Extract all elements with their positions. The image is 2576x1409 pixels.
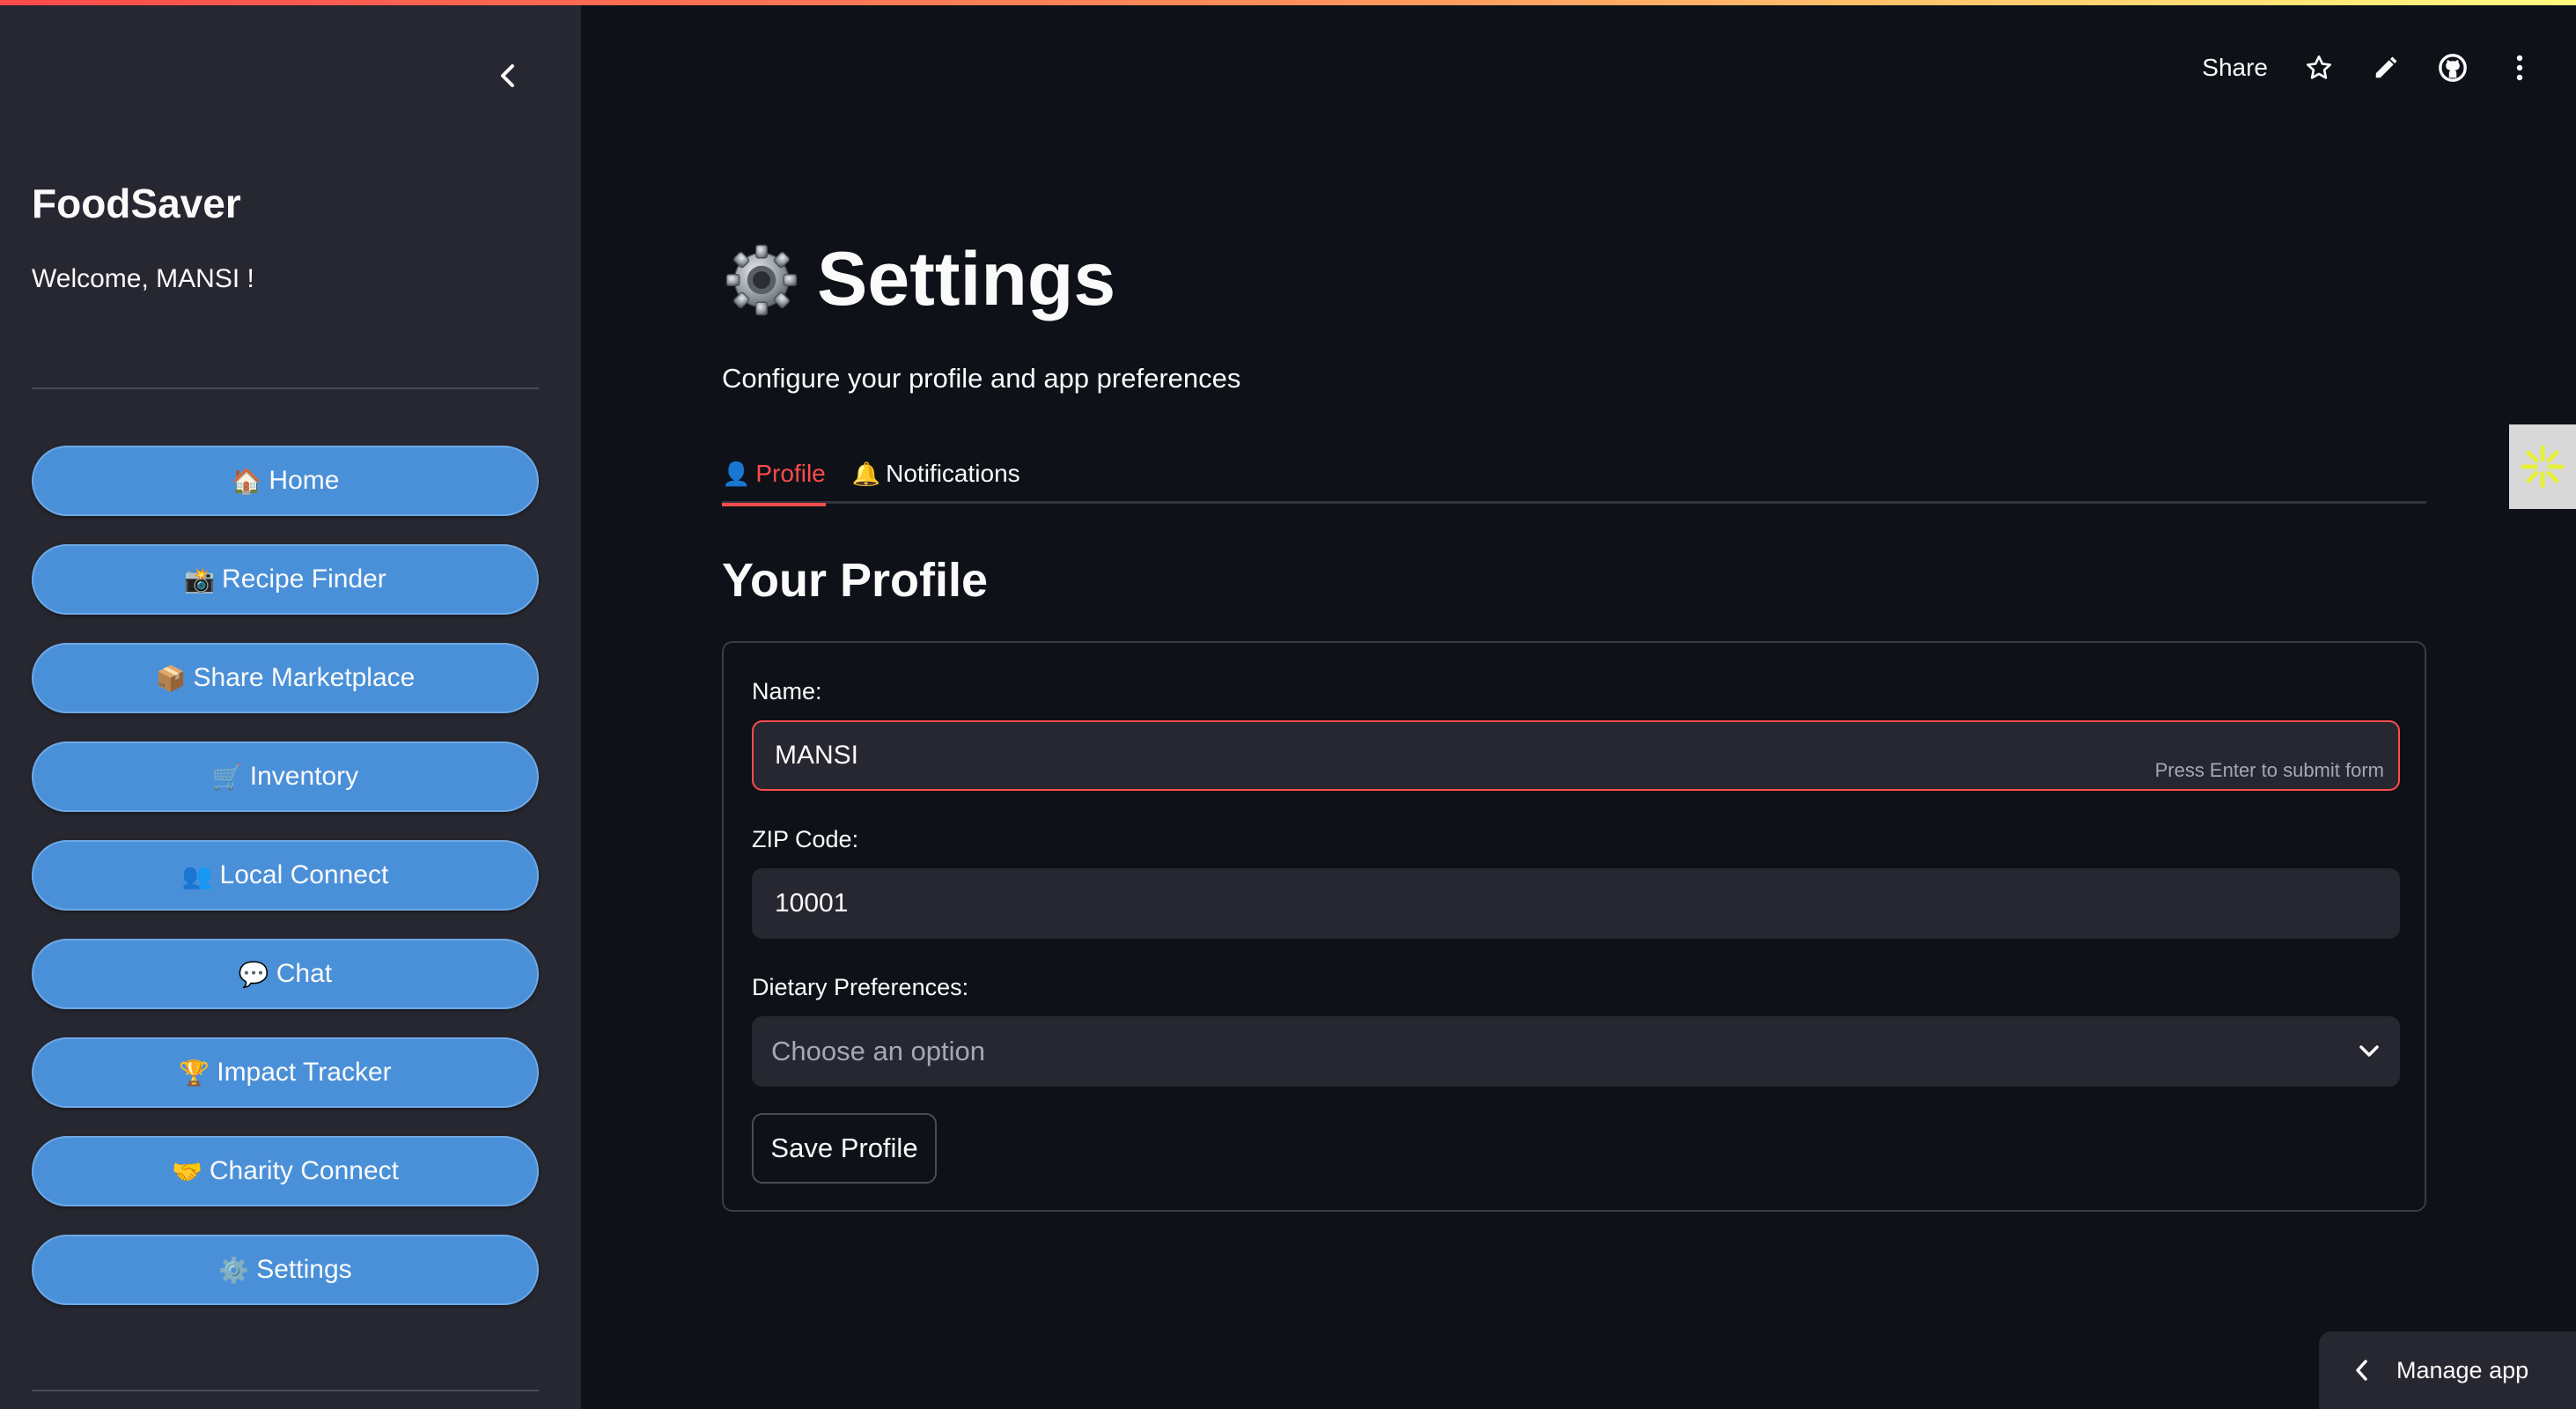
header-toolbar: Share [2202,46,2536,90]
bell-icon: 🔔 [851,460,881,487]
person-icon: 👤 [722,460,751,487]
page-subtitle: Configure your profile and app preferenc… [722,363,1241,394]
handshake-icon: 🤝 [172,1157,202,1185]
name-input[interactable]: MANSI Press Enter to submit form [752,720,2400,791]
top-decoration-bar [0,0,2576,5]
nav-label: Home [269,466,340,495]
enter-hint: Press Enter to submit form [2154,759,2384,781]
nav-label: Local Connect [219,860,389,889]
manage-app-button[interactable]: Manage app [2319,1332,2576,1409]
name-value: MANSI [775,741,859,770]
chevron-left-icon [2356,1360,2367,1381]
welcome-message: Welcome, MANSI ! [32,264,254,293]
star-icon[interactable] [2303,52,2335,84]
nav-label: Settings [256,1255,352,1284]
nav-button-share-marketplace[interactable]: 📦 Share Marketplace [32,643,539,713]
nav-button-recipe-finder[interactable]: 📸 Recipe Finder [32,544,539,615]
trophy-icon: 🏆 [179,1059,210,1087]
sidebar-divider [32,1390,539,1391]
save-profile-button[interactable]: Save Profile [752,1113,937,1184]
nav-button-impact-tracker[interactable]: 🏆 Impact Tracker [32,1037,539,1108]
zip-value: 10001 [775,889,849,918]
tab-label: Notifications [886,460,1020,487]
nav-label: Share Marketplace [193,663,416,692]
more-vertical-icon[interactable] [2504,52,2536,84]
tab-label: Profile [755,460,826,487]
sparkle-icon [2521,445,2565,489]
page-title: Settings [722,236,1115,323]
section-title: Your Profile [722,554,989,607]
zip-label: ZIP Code: [752,826,859,852]
zip-input[interactable]: 10001 [752,868,2400,939]
speech-bubble-icon: 💬 [238,960,269,988]
collapse-sidebar-button[interactable] [489,56,527,95]
nav-label: Chat [276,959,333,988]
pencil-icon[interactable] [2370,52,2402,84]
chevron-down-icon [2359,1045,2379,1057]
dietary-select[interactable]: Choose an option [752,1016,2400,1087]
share-button[interactable]: Share [2202,54,2268,82]
gear-icon: ⚙️ [218,1256,250,1284]
name-label: Name: [752,678,822,704]
sidebar-divider [32,387,539,389]
package-icon: 📦 [155,664,187,692]
manage-app-label: Manage app [2396,1356,2529,1383]
nav-button-settings[interactable]: ⚙️ Settings [32,1235,539,1305]
house-icon: 🏠 [231,467,262,495]
camera-icon: 📸 [184,565,216,594]
nav-label: Charity Connect [209,1156,399,1185]
sidebar-nav: 🏠 Home 📸 Recipe Finder 📦 Share Marketplace … [32,446,539,1333]
nav-button-local-connect[interactable]: 👥 Local Connect [32,840,539,911]
tab-profile[interactable]: 👤 Profile [722,444,826,506]
profile-form: Name: MANSI Press Enter to submit form Z… [722,641,2426,1212]
nav-label: Recipe Finder [222,564,386,594]
nav-button-inventory[interactable]: 🛒 Inventory [32,741,539,812]
floating-widget-button[interactable] [2509,424,2576,509]
dietary-placeholder: Choose an option [771,1036,986,1066]
nav-button-charity-connect[interactable]: 🤝 Charity Connect [32,1136,539,1206]
nav-button-home[interactable]: 🏠 Home [32,446,539,516]
people-icon: 👥 [181,861,213,889]
chevron-left-icon [501,64,514,87]
app-brand: FoodSaver [32,181,241,226]
page-title-text: Settings [817,237,1116,321]
dietary-label: Dietary Preferences: [752,974,969,1000]
settings-tabs: 👤 Profile 🔔 Notifications [722,444,2426,506]
nav-button-chat[interactable]: 💬 Chat [32,939,539,1009]
nav-label: Inventory [249,762,359,791]
cart-icon: 🛒 [211,763,243,791]
sidebar: FoodSaver Welcome, MANSI ! 🏠 Home 📸 Recipe… [0,0,581,1409]
github-icon[interactable] [2437,52,2469,84]
gear-icon [725,244,798,315]
tab-notifications[interactable]: 🔔 Notifications [852,444,1020,504]
nav-label: Impact Tracker [217,1058,392,1087]
